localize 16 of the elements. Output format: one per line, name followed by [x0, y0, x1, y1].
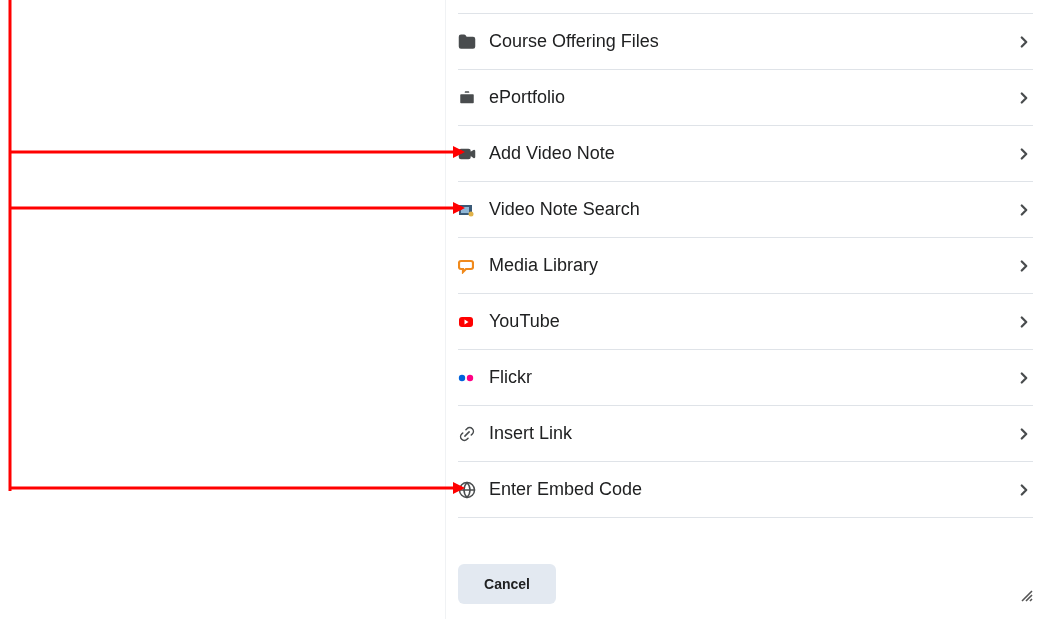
- speech-bubble-icon: [458, 257, 474, 274]
- menu-item[interactable]: Add Video Note: [458, 126, 1033, 182]
- menu-item[interactable]: Video Note Search: [458, 182, 1033, 238]
- menu-item[interactable]: Enter Embed Code: [458, 462, 1033, 518]
- menu-item[interactable]: Flickr: [458, 350, 1033, 406]
- two-dots-icon: [458, 373, 474, 382]
- menu-item[interactable]: YouTube: [458, 294, 1033, 350]
- folder-icon: [458, 32, 476, 51]
- menu-item[interactable]: Course Offering Files: [458, 14, 1033, 70]
- menu-item[interactable]: Insert Link: [458, 406, 1033, 462]
- globe-icon: [458, 480, 476, 499]
- briefcase-icon: [458, 88, 476, 107]
- cancel-button[interactable]: Cancel: [458, 564, 556, 604]
- resize-grip-icon[interactable]: [1021, 590, 1033, 602]
- menu-item[interactable]: ePortfolio: [458, 70, 1033, 126]
- menu-item[interactable]: Media Library: [458, 238, 1033, 294]
